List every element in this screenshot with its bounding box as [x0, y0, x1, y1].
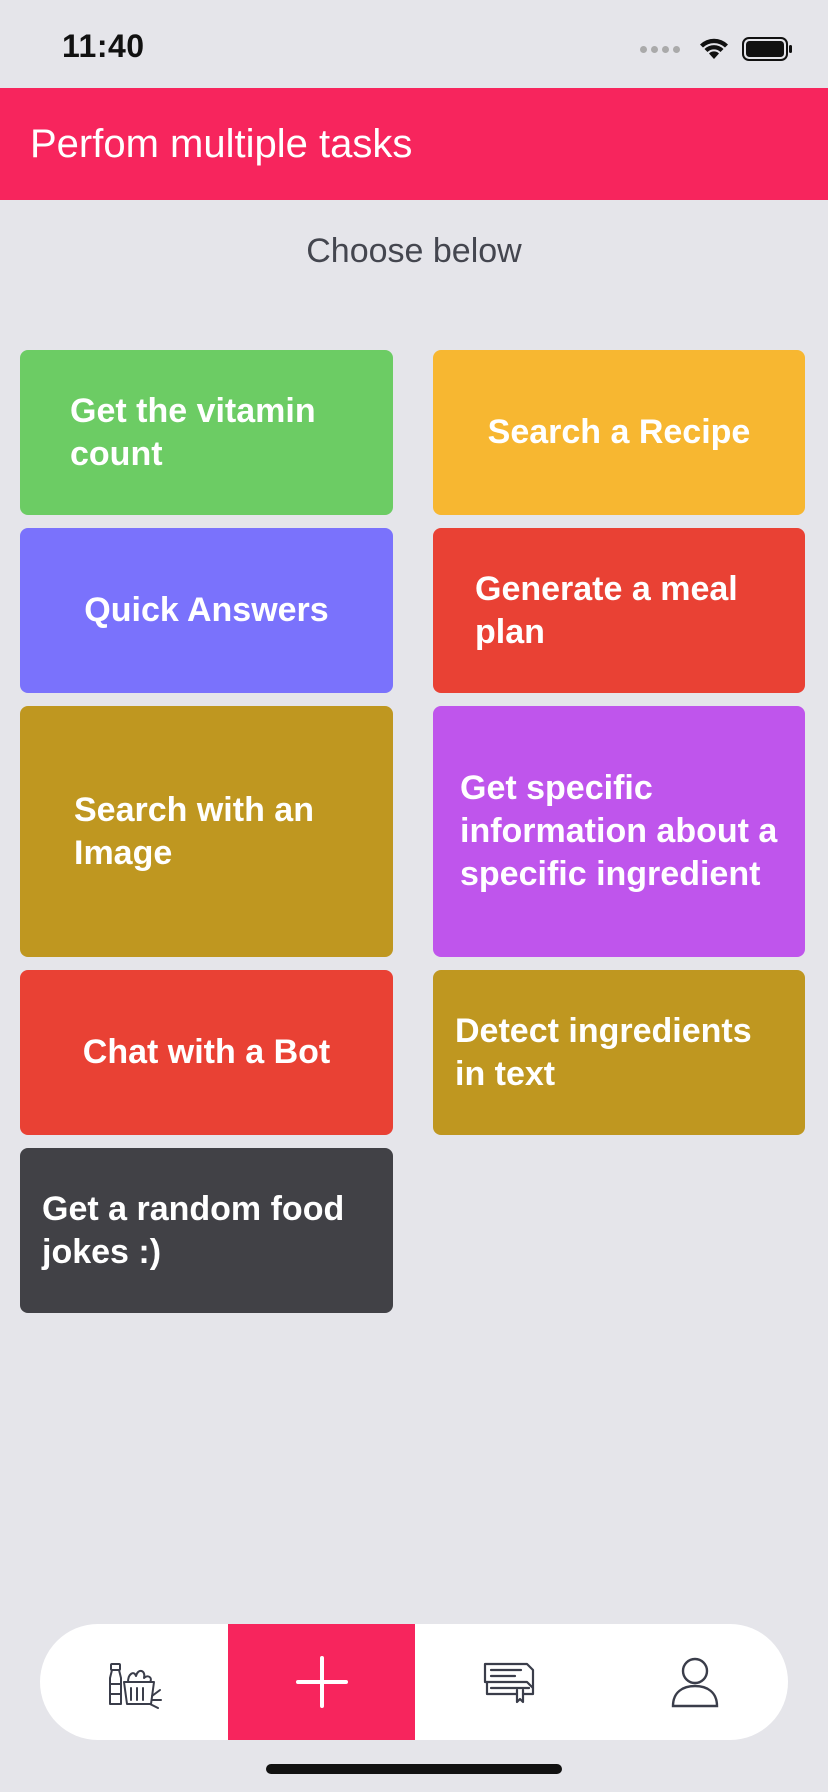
recipe-book-icon: [483, 1662, 534, 1704]
screen: 11:40 Perfom multiple tasks Choose below…: [0, 0, 828, 1792]
choose-below-label: Choose below: [306, 232, 522, 270]
tab-recipes[interactable]: [415, 1624, 602, 1740]
tile-vitamin-count[interactable]: Get the vitamin count: [20, 350, 393, 515]
wifi-icon: [700, 38, 728, 59]
tile-label: Detect ingredients in text: [455, 1011, 752, 1093]
tile-search-image[interactable]: Search with an Image: [20, 706, 393, 957]
tile-search-recipe[interactable]: Search a Recipe: [433, 350, 805, 515]
tile-label: Get a random food jokes :): [42, 1189, 345, 1271]
status-icons: [640, 36, 794, 62]
tile-label: Quick Answers: [84, 591, 329, 629]
profile-icon: [671, 1657, 719, 1708]
tile-quick-answers[interactable]: Quick Answers: [20, 528, 393, 693]
status-time: 11:40: [62, 28, 145, 64]
tile-meal-plan[interactable]: Generate a meal plan: [433, 528, 805, 693]
signal-icon: [640, 45, 680, 53]
tab-bar: [40, 1624, 788, 1740]
tile-label: Search a Recipe: [487, 413, 751, 451]
groceries-icon: [109, 1663, 162, 1709]
page-title: Perfom multiple tasks: [30, 121, 413, 166]
tile-label: Get the vitamin count: [70, 391, 316, 473]
tab-profile[interactable]: [602, 1624, 788, 1740]
home-indicator[interactable]: [266, 1764, 562, 1774]
status-bar: 11:40: [0, 0, 828, 88]
tile-food-jokes[interactable]: Get a random food jokes :): [20, 1148, 393, 1313]
tile-ingredient-info[interactable]: Get specific information about a specifi…: [433, 706, 805, 957]
tile-detect-ingredients[interactable]: Detect ingredients in text: [433, 970, 805, 1135]
tile-chat-bot[interactable]: Chat with a Bot: [20, 970, 393, 1135]
tile-label: Generate a meal plan: [475, 569, 738, 651]
app-header: Perfom multiple tasks: [0, 88, 828, 200]
tile-label: Chat with a Bot: [82, 1033, 331, 1071]
tile-label: Get specific information about a specifi…: [460, 769, 778, 893]
plus-icon: [295, 1656, 348, 1708]
tab-groceries[interactable]: [40, 1624, 228, 1740]
tile-label: Search with an Image: [74, 790, 314, 872]
battery-icon: [742, 37, 792, 61]
tab-add[interactable]: [228, 1624, 415, 1740]
